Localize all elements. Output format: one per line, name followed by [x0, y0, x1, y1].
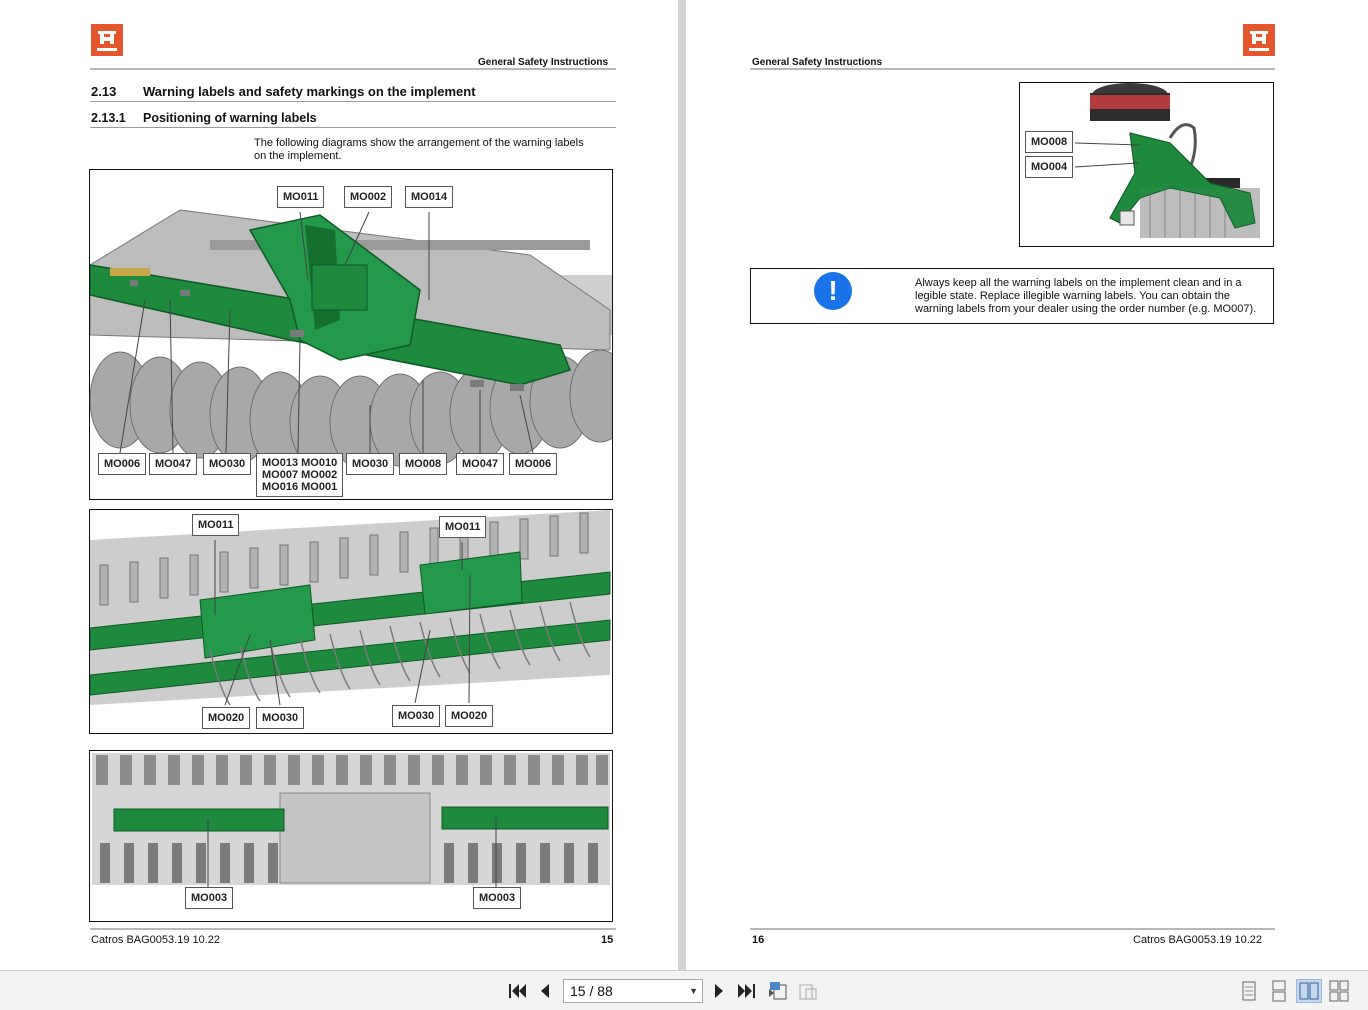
two-page-continuous-view-icon[interactable] [1326, 979, 1352, 1003]
page-number-select[interactable]: 15 / 88 ▼ [563, 979, 703, 1003]
first-page-icon[interactable] [506, 979, 528, 1003]
warning-label-line: MO013 MO010 [262, 457, 338, 469]
amazone-logo [1243, 24, 1275, 56]
warning-label-callout: MO020 [445, 705, 494, 727]
next-view-icon[interactable] [796, 979, 820, 1003]
implement-top-illustration [90, 751, 612, 921]
figure-rear-view: MO011 MO011 MO020 MO030 MO030 MO020 [89, 509, 613, 734]
warning-label-callout: MO011 [439, 516, 487, 538]
footer-rule [750, 928, 1275, 930]
continuous-view-icon[interactable] [1266, 979, 1292, 1003]
warning-label-callout: MO030 [392, 705, 441, 727]
figure-top-view: MO003 MO003 [89, 750, 613, 922]
notice-line: legible state. Replace illegible warning… [915, 290, 1230, 302]
implement-rear-illustration [90, 510, 612, 733]
amazone-logo [91, 24, 123, 56]
warning-label-callout: MO014 [405, 186, 454, 208]
page-indicator: 15 / 88 [570, 983, 613, 999]
subsection-number: 2.13.1 [91, 111, 126, 125]
last-page-icon[interactable] [736, 979, 758, 1003]
document-viewer: General Safety Instructions 2.13 Warning … [0, 0, 1368, 970]
warning-label-callout: MO047 [149, 453, 198, 475]
page-header: General Safety Instructions [752, 57, 883, 68]
warning-label-callout: MO008 [1025, 131, 1074, 153]
warning-label-line: MO007 MO002 [262, 469, 338, 481]
warning-label-callout: MO006 [509, 453, 558, 475]
intro-text: The following diagrams show the arrangem… [254, 137, 614, 163]
header-rule [90, 68, 616, 70]
figure-seed-hopper: MO008 MO004 [1019, 82, 1274, 247]
footer-page-number: 16 [752, 934, 765, 946]
warning-label-callout: MO002 [344, 186, 393, 208]
warning-label-callout: MO003 [473, 887, 522, 909]
chevron-down-icon: ▼ [689, 986, 698, 996]
next-page-icon[interactable] [710, 979, 728, 1003]
subsection-title: Positioning of warning labels [143, 111, 317, 125]
footer-doc-id: Catros BAG0053.19 10.22 [91, 934, 221, 946]
warning-label-callout: MO011 [277, 186, 325, 208]
warning-label-callout: MO047 [456, 453, 505, 475]
section-heading: 2.13 Warning labels and safety markings o… [91, 84, 476, 99]
warning-label-callout: MO003 [185, 887, 234, 909]
two-page-view-icon[interactable] [1296, 979, 1322, 1003]
viewer-toolbar: 15 / 88 ▼ [0, 970, 1368, 1010]
section-number: 2.13 [91, 84, 117, 99]
warning-label-callout-group: MO013 MO010 MO007 MO002 MO016 MO001 [256, 453, 344, 497]
warning-label-callout: MO008 [399, 453, 448, 475]
subsection-rule [90, 127, 616, 128]
previous-page-icon[interactable] [536, 979, 554, 1003]
notice-line: warning labels from your dealer using th… [915, 303, 1257, 315]
figure-front-view: MO011 MO002 MO014 MO006 MO047 MO030 MO01… [89, 169, 613, 500]
footer-page-number: 15 [601, 934, 614, 946]
warning-label-callout: MO006 [98, 453, 147, 475]
warning-label-callout: MO020 [202, 707, 251, 729]
page-header: General Safety Instructions [478, 57, 609, 68]
notice-line: Always keep all the warning labels on th… [915, 277, 1242, 289]
warning-label-callout: MO011 [192, 514, 240, 536]
footer-doc-id: Catros BAG0053.19 10.22 [1133, 934, 1263, 946]
section-title: Warning labels and safety markings on th… [143, 84, 476, 99]
warning-label-callout: MO030 [256, 707, 305, 729]
info-exclamation-icon: ! [814, 272, 852, 310]
footer-rule [90, 928, 616, 930]
intro-line: on the implement. [254, 150, 342, 162]
subsection-heading: 2.13.1 Positioning of warning labels [91, 111, 317, 125]
page-16: General Safety Instructions MO008 MO004 … [686, 0, 1368, 970]
warning-label-callout: MO030 [203, 453, 252, 475]
warning-label-callout: MO030 [346, 453, 395, 475]
previous-view-icon[interactable] [766, 979, 790, 1003]
implement-front-illustration [90, 170, 612, 499]
warning-label-callout: MO004 [1025, 156, 1074, 178]
warning-label-line: MO016 MO001 [262, 481, 338, 493]
info-notice-box: ! Always keep all the warning labels on … [750, 268, 1274, 324]
header-rule [750, 68, 1275, 70]
notice-text: Always keep all the warning labels on th… [915, 277, 1273, 316]
single-page-view-icon[interactable] [1236, 979, 1262, 1003]
intro-line: The following diagrams show the arrangem… [254, 137, 584, 149]
section-rule [90, 101, 616, 102]
page-15: General Safety Instructions 2.13 Warning … [0, 0, 678, 970]
